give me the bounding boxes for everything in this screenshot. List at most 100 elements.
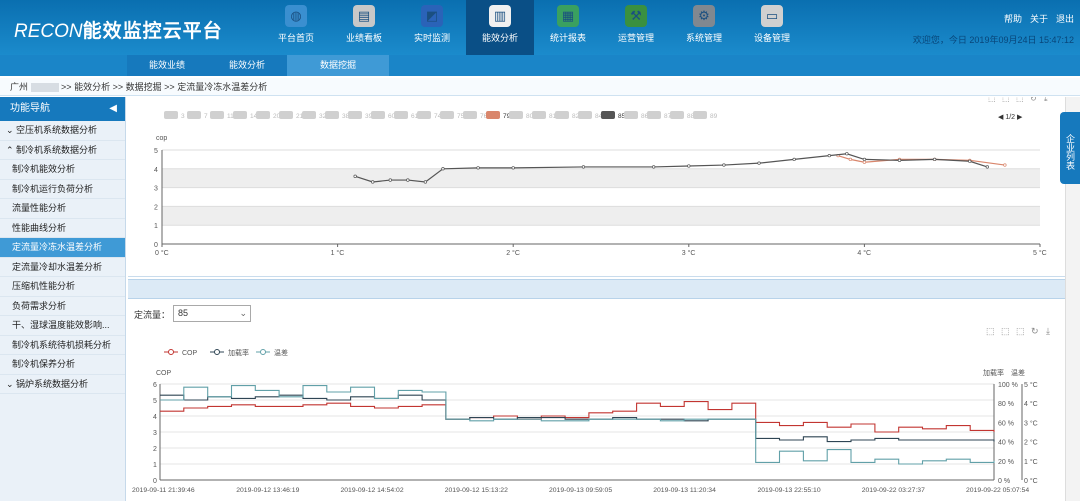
y-tick-label-left: 2 <box>153 446 157 453</box>
y-tick-label: 3 <box>154 186 158 193</box>
chart-board-icon: ▤ <box>353 5 375 27</box>
sidebar-item[interactable]: 性能曲线分析 <box>0 219 125 238</box>
nav-gear[interactable]: ⚙ 系统管理 <box>670 0 738 55</box>
gear-icon: ⚙ <box>693 5 715 27</box>
y-tick-label: 5 <box>154 148 158 155</box>
subnav-tab[interactable]: 能效业绩 <box>127 55 207 76</box>
timeseries-chart: ⬚ ⬚ ⬚ ↻ ⤓COP 加载率 温差COP 加载率 温差01234560 % 0 °C20 % 1… <box>132 326 1050 494</box>
sidebar-item[interactable]: 定流量冷冻水温差分析 <box>0 238 125 258</box>
x-tick-label: 1 °C <box>331 249 345 257</box>
nav-label: 实时监测 <box>413 33 450 43</box>
sidebar-item[interactable]: 定流量冷却水温差分析 <box>0 258 125 277</box>
legend-item[interactable]: 76 <box>463 111 488 120</box>
subnav-tab[interactable]: 数据挖掘 <box>287 55 389 76</box>
legend-item[interactable]: 39 <box>348 111 373 120</box>
toolbox-icon[interactable]: ⬚ <box>1001 326 1010 336</box>
x-tick-label: 2019-09-22 05:07:54 <box>966 487 1029 494</box>
top-link[interactable]: 关于 <box>1030 12 1048 25</box>
legend-item[interactable]: 3 <box>164 111 185 120</box>
x-tick-label: 2019-09-13 11:20:34 <box>653 487 716 494</box>
x-tick-label: 0 °C <box>155 249 169 257</box>
section-divider <box>128 279 1065 299</box>
worker-icon: ⚒ <box>625 5 647 27</box>
nav-bar-chart[interactable]: ▥ 能效分析 <box>466 0 534 55</box>
data-point <box>476 166 480 170</box>
legend-item[interactable]: 60 <box>371 111 396 120</box>
nav-report[interactable]: ▦ 统计报表 <box>534 0 602 55</box>
cop-temp-chart: 3 7 11 14 20 21 32 38 39 60 61 74 75 76 79 80 81 82 84 85 86… <box>154 94 1048 257</box>
toolbox-icon[interactable]: ↻ <box>1031 326 1039 336</box>
legend-swatch <box>256 111 270 119</box>
legend-item[interactable]: 88 <box>670 111 695 120</box>
toolbox-icon[interactable]: ⬚ <box>986 326 995 336</box>
nav-monitor[interactable]: ◩ 实时监测 <box>398 0 466 55</box>
sidebar-item[interactable]: 制冷机系统待机损耗分析 <box>0 336 125 355</box>
legend-swatch <box>348 111 362 119</box>
collapse-arrow-icon[interactable]: ◀ <box>109 97 117 121</box>
sidebar-item[interactable]: 负荷需求分析 <box>0 297 125 316</box>
legend-item[interactable]: 79 <box>486 111 511 120</box>
legend-item[interactable]: 20 <box>256 111 281 120</box>
legend-item[interactable]: 86 <box>624 111 649 120</box>
x-tick-label: 2019-09-11 21:39:46 <box>132 487 195 494</box>
chart-panel-top: 3 7 11 14 20 21 32 38 39 60 61 74 75 76 79 80 81 82 84 85 86… <box>128 94 1065 277</box>
nav-worker[interactable]: ⚒ 运营管理 <box>602 0 670 55</box>
nav-label: 系统管理 <box>685 33 722 43</box>
breadcrumb-item[interactable]: 能效分析 <box>74 82 110 92</box>
sidebar-item[interactable]: ⌃ 制冷机系统数据分析 <box>0 141 125 160</box>
sidebar-item[interactable]: 压缩机性能分析 <box>0 277 125 297</box>
toolbox-icon[interactable]: ⤓ <box>1046 326 1050 336</box>
legend-item[interactable]: 87 <box>647 111 672 120</box>
breadcrumb-item[interactable]: 广州 <box>10 82 28 92</box>
legend-item[interactable]: 32 <box>302 111 327 120</box>
sidebar-item[interactable]: 干、湿球温度能效影响... <box>0 316 125 336</box>
legend-item[interactable]: 80 <box>509 111 534 120</box>
sidebar-item[interactable]: 制冷机能效分析 <box>0 160 125 180</box>
legend-item[interactable]: 85 <box>601 111 626 120</box>
enterprise-list-tab[interactable]: 企业列表 <box>1060 112 1080 184</box>
legend-item[interactable]: 11 <box>210 111 234 120</box>
legend-item[interactable]: 75 <box>440 111 465 120</box>
sidebar-item[interactable]: 制冷机保养分析 <box>0 355 125 375</box>
flow-select[interactable]: 85 ⌄ <box>173 305 251 322</box>
main-content: 3 7 11 14 20 21 32 38 39 60 61 74 75 76 79 80 81 82 84 85 86… <box>128 94 1065 501</box>
legend-item[interactable]: 21 <box>279 111 304 120</box>
breadcrumb-item[interactable]: 数据挖掘 <box>126 82 162 92</box>
legend-item[interactable]: 加载率 <box>210 348 249 357</box>
data-point <box>441 167 445 171</box>
toolbox-icon[interactable]: ⬚ <box>1016 94 1024 103</box>
sidebar-item[interactable]: 制冷机运行负荷分析 <box>0 180 125 199</box>
legend-label: 3 <box>181 113 185 120</box>
legend-swatch <box>394 111 408 119</box>
legend-item[interactable]: 74 <box>417 111 442 120</box>
y-tick-label-left: 4 <box>153 414 157 421</box>
legend-item[interactable]: 61 <box>394 111 419 120</box>
legend-item[interactable]: 7 <box>187 111 208 120</box>
toolbox-icon[interactable]: ⬚ <box>1016 326 1025 336</box>
data-point <box>757 161 761 165</box>
toolbox-icon[interactable]: ⤓ <box>1044 94 1048 103</box>
app-title: 能效监控云平台 <box>82 21 223 42</box>
legend-item[interactable]: 38 <box>325 111 350 120</box>
nav-chart-board[interactable]: ▤ 业绩看板 <box>330 0 398 55</box>
legend-item[interactable]: COP <box>164 349 198 358</box>
nav-globe[interactable]: ◍ 平台首页 <box>262 0 330 55</box>
top-link[interactable]: 帮助 <box>1004 12 1022 25</box>
top-link[interactable]: 退出 <box>1056 12 1074 25</box>
legend-item[interactable]: 81 <box>532 111 557 120</box>
legend-item[interactable]: 温差 <box>256 348 288 357</box>
legend-item[interactable]: 14 <box>233 111 258 120</box>
nav-device[interactable]: ▭ 设备管理 <box>738 0 806 55</box>
legend-item[interactable]: 84 <box>578 111 603 120</box>
toolbox-icon[interactable]: ⬚ <box>1002 94 1010 103</box>
y-tick-label-right2: 0 °C <box>1024 477 1038 485</box>
legend-item[interactable]: 82 <box>555 111 580 120</box>
sidebar-item[interactable]: ⌄ 锅炉系统数据分析 <box>0 375 125 394</box>
sidebar-item[interactable]: 流量性能分析 <box>0 199 125 219</box>
sidebar-item[interactable]: ⌄ 空压机系统数据分析 <box>0 121 125 141</box>
subnav-tab[interactable]: 能效分析 <box>207 55 287 76</box>
toolbox-icon[interactable]: ↻ <box>1030 94 1037 103</box>
legend-item[interactable]: 89 <box>693 111 718 120</box>
toolbox-icon[interactable]: ⬚ <box>988 94 996 103</box>
grid-band <box>162 168 1040 188</box>
